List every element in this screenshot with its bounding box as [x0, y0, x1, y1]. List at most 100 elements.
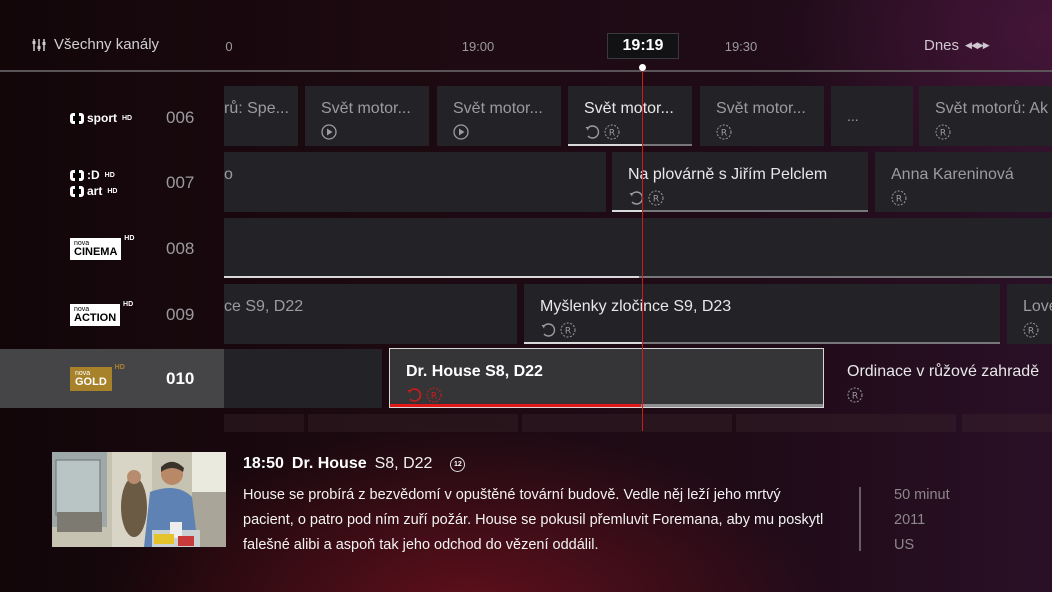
ct-logo-icon	[70, 185, 84, 197]
program-cell[interactable]: Svět motorů: Ak R	[919, 86, 1052, 146]
channel-logo-nova-action: nova ACTION HD	[70, 301, 133, 326]
channel-list: sport HD 006 :D HD art HD 007 nova CINEMA H…	[0, 82, 224, 412]
program-title: Dr. House	[291, 455, 367, 472]
record-icon: R	[716, 124, 732, 140]
channel-row-008[interactable]: nova CINEMA HD 008	[0, 218, 224, 280]
svg-text:R: R	[940, 129, 946, 139]
program-start-time: 18:50	[243, 455, 284, 472]
progress-bar-remaining	[642, 144, 692, 146]
progress-bar	[224, 276, 639, 278]
program-cell-selected[interactable]: Dr. House S8, D22 R	[389, 348, 824, 408]
svg-text:R: R	[721, 129, 727, 139]
epg-header: Všechny kanály 0 19:00 19:30 19:19 Dnes …	[0, 0, 1052, 70]
record-icon: R	[604, 124, 620, 140]
record-icon: R	[935, 124, 951, 140]
program-cell-current[interactable]	[224, 218, 1052, 278]
channel-row-009[interactable]: nova ACTION HD 009	[0, 284, 224, 346]
record-icon: R	[648, 190, 664, 206]
program-cell[interactable]: rů: Spe...	[224, 86, 298, 146]
svg-text:R: R	[852, 392, 858, 402]
channel-logo-ct-sport: sport HD	[70, 111, 132, 125]
program-cell-current[interactable]: Myšlenky zločince S9, D23 R	[524, 284, 1000, 344]
age-rating-badge: 12	[450, 456, 466, 472]
details-divider	[859, 487, 861, 551]
program-cell[interactable]: Anna Kareninová R	[875, 152, 1052, 212]
channel-number: 009	[166, 305, 195, 324]
next-row-hint	[962, 414, 1052, 432]
record-icon: R	[891, 190, 907, 206]
progress-bar	[524, 342, 643, 344]
next-row-hint	[224, 414, 304, 432]
program-meta: 50 minut 2011 US	[894, 483, 950, 558]
channel-number: 008	[166, 239, 195, 258]
time-tick: 19:30	[724, 39, 758, 54]
program-info-header: 18:50 Dr. House S8, D22 12	[243, 455, 466, 473]
ct-logo-icon	[70, 112, 84, 124]
progress-bar-remaining	[641, 404, 823, 407]
channel-logo-ct-d-art: :D HD art HD	[70, 168, 117, 198]
program-cell-current[interactable]: Svět motor... R	[568, 86, 692, 146]
next-row-hint	[736, 414, 956, 432]
program-duration: 50 minut	[894, 487, 950, 503]
program-cell[interactable]: Ordinace v růžové zahradě R	[831, 349, 1052, 408]
progress-bar-remaining	[643, 342, 1000, 344]
program-year: 2011	[894, 512, 926, 528]
next-row-hint	[308, 414, 518, 432]
record-icon: R	[847, 387, 863, 403]
program-cell[interactable]: Svět motor...	[437, 86, 561, 146]
next-row-hint	[522, 414, 732, 432]
channel-row-010[interactable]: nova GOLD HD 010	[0, 349, 224, 408]
svg-text:R: R	[609, 129, 615, 139]
svg-text:R: R	[653, 195, 659, 205]
channel-logo-nova-gold: nova GOLD HD	[70, 364, 125, 391]
svg-text:R: R	[565, 327, 571, 337]
program-cell[interactable]: Svět motor... R	[700, 86, 824, 146]
prev-next-arrows-icon[interactable]: ◀◀▶▶	[965, 40, 990, 51]
play-icon	[453, 124, 469, 140]
timeline-axis	[0, 70, 1052, 72]
svg-text:R: R	[896, 195, 902, 205]
ct-logo-icon	[70, 169, 84, 181]
channel-filter-button[interactable]: Všechny kanály	[32, 36, 159, 53]
progress-bar	[612, 210, 643, 212]
current-time-indicator: 19:19	[607, 33, 679, 59]
program-cell[interactable]: ...	[831, 86, 913, 146]
progress-bar	[568, 144, 643, 146]
channel-row-006[interactable]: sport HD 006	[0, 87, 224, 149]
progress-bar-remaining	[642, 210, 868, 212]
progress-bar	[390, 404, 642, 407]
program-description: House se probírá z bezvědomí v opuštěné …	[243, 487, 824, 553]
now-marker-line	[642, 71, 643, 431]
program-cell-current[interactable]: Na plovárně s Jiřím Pelclem R	[612, 152, 868, 212]
play-icon	[321, 124, 337, 140]
program-cell[interactable]	[224, 349, 382, 408]
record-icon: R	[1023, 322, 1039, 338]
replay-icon	[541, 323, 556, 337]
sliders-icon	[32, 38, 46, 51]
record-icon: R	[426, 387, 442, 403]
time-tick: 0	[225, 39, 233, 54]
program-thumbnail	[52, 452, 226, 547]
day-selector[interactable]: Dnes ◀◀▶▶	[924, 37, 990, 54]
channel-logo-nova-cinema: nova CINEMA HD	[70, 235, 134, 260]
svg-text:R: R	[431, 392, 437, 402]
day-label: Dnes	[924, 37, 960, 54]
program-episode: S8, D22	[374, 455, 433, 472]
time-tick: 19:00	[461, 39, 495, 54]
channel-number: 007	[166, 173, 195, 192]
channel-row-007[interactable]: :D HD art HD 007	[0, 152, 224, 214]
program-cell[interactable]: Svět motor...	[305, 86, 429, 146]
program-cell[interactable]: Love R	[1007, 284, 1052, 344]
program-cell[interactable]: o	[224, 152, 606, 212]
now-marker-dot	[639, 64, 646, 71]
program-cell[interactable]: ce S9, D22	[224, 284, 517, 344]
svg-text:R: R	[1028, 327, 1034, 337]
progress-bar-remaining	[639, 276, 1052, 278]
replay-icon	[407, 388, 422, 402]
channel-number: 010	[166, 368, 195, 388]
program-country: US	[894, 537, 915, 553]
program-grid: rů: Spe... Svět motor... Svět motor... S…	[224, 82, 1052, 412]
channel-number: 006	[166, 108, 195, 127]
channel-filter-label: Všechny kanály	[54, 36, 160, 53]
program-thumbnail-image	[52, 452, 226, 547]
